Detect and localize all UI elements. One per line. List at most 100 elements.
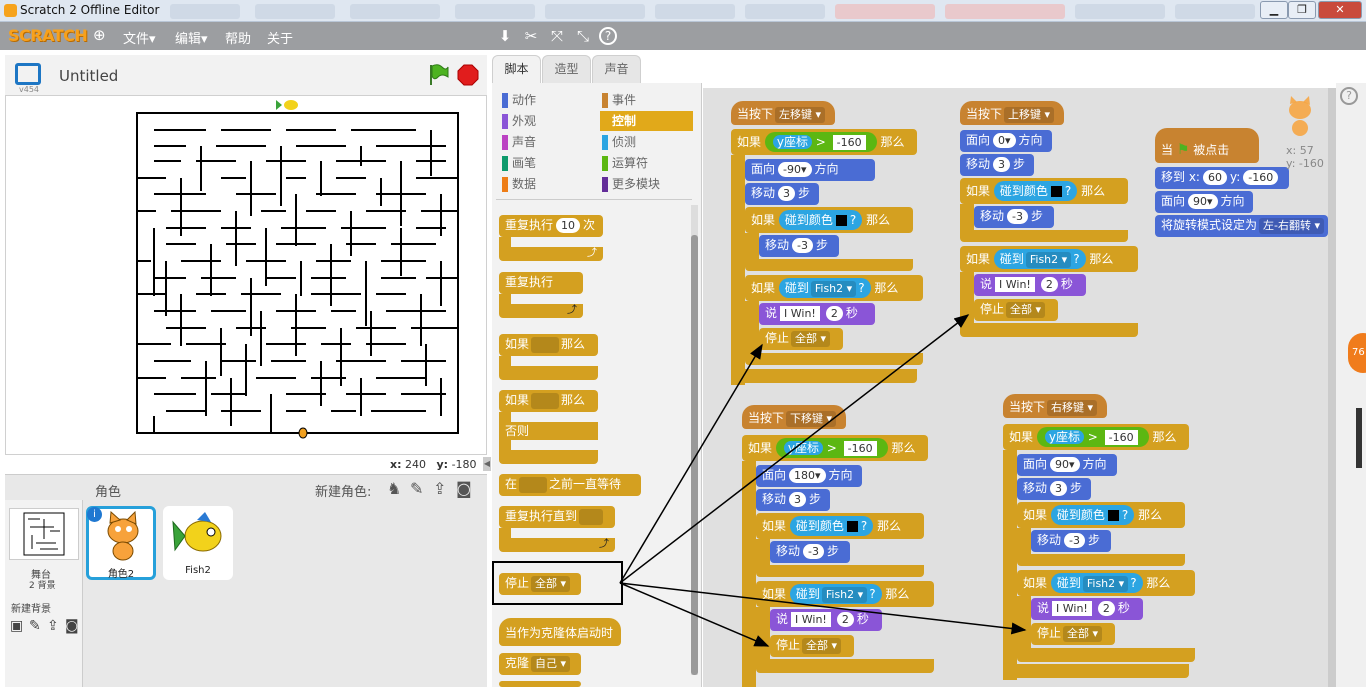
stage-canvas[interactable]	[5, 95, 487, 455]
script-flag-face[interactable]: 面向 90▾ 方向	[1155, 191, 1253, 213]
tab-scripts[interactable]: 脚本	[492, 55, 541, 83]
script-down-if-touch[interactable]: 如果 碰到 Fish2 ▾? 那么	[756, 581, 934, 607]
background-tab[interactable]	[170, 4, 240, 19]
script-down-move[interactable]: 移动 3 步	[756, 489, 830, 511]
background-tab[interactable]	[1175, 4, 1255, 19]
background-tab[interactable]	[455, 4, 535, 19]
floating-badge[interactable]: 76	[1348, 333, 1366, 373]
script-right-stop[interactable]: 停止 全部 ▾	[1031, 623, 1115, 645]
background-tab[interactable]	[545, 4, 645, 19]
script-right-move-back[interactable]: 移动 -3 步	[1031, 530, 1111, 552]
script-up-if-touch[interactable]: 如果 碰到 Fish2 ▾? 那么	[960, 246, 1138, 272]
script-up-if-color[interactable]: 如果 碰到颜色? 那么	[960, 178, 1128, 204]
category-sensing[interactable]: 侦测	[600, 132, 695, 152]
script-left-if-touch[interactable]: 如果 碰到 Fish2 ▾? 那么	[745, 275, 923, 301]
palette-if-block[interactable]: 如果 那么	[499, 334, 598, 356]
script-right-if-y[interactable]: 如果 y座标 > -160 那么	[1003, 424, 1189, 450]
script-right-move[interactable]: 移动 3 步	[1017, 478, 1091, 500]
tab-costumes[interactable]: 造型	[542, 55, 591, 83]
minimize-button[interactable]: ▁	[1260, 1, 1288, 19]
cut-tool-icon[interactable]: ✂	[521, 26, 541, 46]
green-flag-icon[interactable]	[427, 63, 449, 87]
script-left-face[interactable]: 面向 -90▾ 方向	[745, 159, 875, 181]
script-up-stop[interactable]: 停止 全部 ▾	[974, 299, 1058, 321]
script-down-face[interactable]: 面向 180▾ 方向	[756, 465, 862, 487]
paint-backdrop-icon[interactable]: ✎	[29, 618, 41, 634]
background-tab[interactable]	[945, 4, 1065, 19]
script-left-hat[interactable]: 当按下 左移键 ▾	[731, 101, 835, 125]
palette-next-block[interactable]	[499, 681, 581, 687]
script-down-stop[interactable]: 停止 全部 ▾	[770, 635, 854, 657]
script-up-move[interactable]: 移动 3 步	[960, 154, 1034, 176]
palette-forever-block[interactable]: 重复执行	[499, 272, 583, 294]
info-icon[interactable]: i	[87, 507, 102, 522]
sprite-thumb-fish2[interactable]: Fish2	[163, 506, 233, 580]
language-globe-icon[interactable]: ⊕	[93, 26, 106, 44]
palette-repeat-until-block[interactable]: 重复执行直到	[499, 506, 615, 528]
script-right-say[interactable]: 说I Win! 2 秒	[1031, 598, 1143, 620]
background-tab[interactable]	[745, 4, 825, 19]
upload-sprite-icon[interactable]: ⇪	[433, 479, 446, 498]
category-events[interactable]: 事件	[600, 90, 695, 110]
fullscreen-icon[interactable]	[15, 63, 41, 85]
upload-backdrop-icon[interactable]: ⇪	[47, 618, 59, 634]
palette-stop-block[interactable]: 停止 全部 ▾	[499, 573, 581, 595]
category-motion[interactable]: 动作	[500, 90, 595, 110]
script-down-if-y[interactable]: 如果 y座标 > -160 那么	[742, 435, 928, 461]
script-up-say[interactable]: 说I Win! 2 秒	[974, 274, 1086, 296]
stage-thumbnail[interactable]	[9, 508, 79, 560]
category-data[interactable]: 数据	[500, 174, 595, 194]
sprite-thumb-cat[interactable]: i 角色2	[86, 506, 156, 580]
category-operators[interactable]: 运算符	[600, 153, 695, 173]
block-help-icon[interactable]: ?	[599, 27, 617, 45]
project-title-input[interactable]: Untitled	[59, 67, 118, 85]
category-more-blocks[interactable]: 更多模块	[600, 174, 695, 194]
script-up-hat[interactable]: 当按下 上移键 ▾	[960, 101, 1064, 125]
grow-tool-icon[interactable]: ⤧	[547, 26, 567, 46]
stop-sign-icon[interactable]	[457, 64, 479, 86]
background-tab[interactable]	[835, 4, 935, 19]
palette-if-else-block[interactable]: 如果 那么	[499, 390, 598, 412]
script-right-if-touch[interactable]: 如果 碰到 Fish2 ▾? 那么	[1017, 570, 1195, 596]
close-button[interactable]: ✕	[1318, 1, 1362, 19]
category-control[interactable]: 控制	[600, 111, 693, 131]
script-left-stop[interactable]: 停止 全部 ▾	[759, 328, 843, 350]
script-down-if-color[interactable]: 如果 碰到颜色? 那么	[756, 513, 924, 539]
duplicate-tool-icon[interactable]: ⬇	[495, 26, 515, 46]
script-left-say[interactable]: 说I Win! 2 秒	[759, 303, 875, 325]
script-right-hat[interactable]: 当按下 右移键 ▾	[1003, 394, 1107, 418]
background-tab[interactable]	[350, 4, 440, 19]
camera-sprite-icon[interactable]: ◙	[456, 479, 472, 498]
help-icon[interactable]: ?	[1340, 87, 1358, 105]
background-tab[interactable]	[255, 4, 335, 19]
script-up-face[interactable]: 面向 0▾ 方向	[960, 130, 1052, 152]
script-right-if-color[interactable]: 如果 碰到颜色? 那么	[1017, 502, 1185, 528]
script-left-if-color[interactable]: 如果 碰到颜色? 那么	[745, 207, 913, 233]
palette-scrollbar[interactable]	[691, 205, 698, 675]
backdrop-library-icon[interactable]: ▣	[10, 618, 23, 634]
category-sound[interactable]: 声音	[500, 132, 595, 152]
palette-clone-block[interactable]: 克隆 自己 ▾	[499, 653, 581, 675]
script-left-move[interactable]: 移动 3 步	[745, 183, 819, 205]
palette-clone-start-hat[interactable]: 当作为克隆体启动时	[499, 618, 621, 646]
script-down-say[interactable]: 说I Win! 2 秒	[770, 609, 882, 631]
restore-button[interactable]: ❐	[1288, 1, 1316, 19]
sprite-library-icon[interactable]: ♞	[387, 479, 401, 498]
script-down-move-back[interactable]: 移动 -3 步	[770, 541, 850, 563]
tips-menu[interactable]: 帮助	[225, 28, 251, 47]
paint-sprite-icon[interactable]: ✎	[410, 479, 423, 498]
edit-menu[interactable]: 编辑▾	[175, 28, 208, 47]
category-looks[interactable]: 外观	[500, 111, 595, 131]
tab-sounds[interactable]: 声音	[592, 55, 641, 83]
script-left-if-y[interactable]: 如果 y座标 > -160 那么	[731, 129, 917, 155]
cat-sprite-on-stage[interactable]	[298, 427, 308, 439]
about-menu[interactable]: 关于	[267, 28, 293, 47]
script-flag-hat[interactable]: 当 ⚑ 被点击	[1155, 128, 1259, 163]
palette-wait-until-block[interactable]: 在 之前一直等待	[499, 474, 641, 496]
script-flag-goto[interactable]: 移到 x: 60 y: -160	[1155, 167, 1289, 189]
background-tab[interactable]	[655, 4, 735, 19]
background-tab[interactable]	[1075, 4, 1165, 19]
stage-collapse-handle[interactable]: ◀	[483, 457, 491, 471]
shrink-tool-icon[interactable]: ⤡	[573, 26, 593, 46]
script-down-hat[interactable]: 当按下 下移键 ▾	[742, 405, 846, 429]
